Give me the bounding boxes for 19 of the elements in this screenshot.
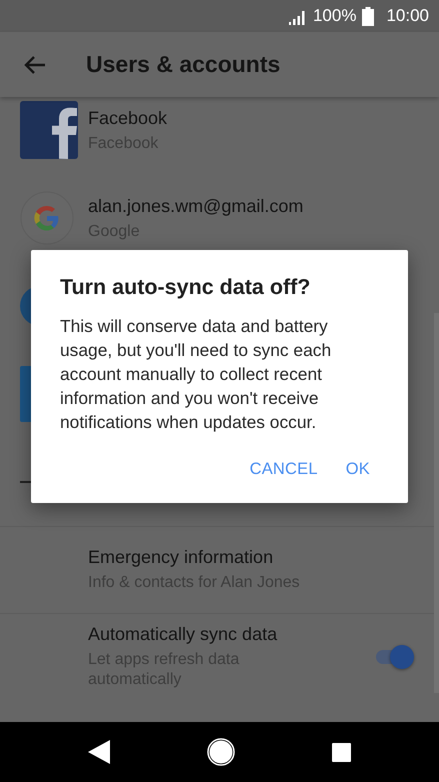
page-title: Users & accounts <box>86 51 280 78</box>
dialog-message: This will conserve data and battery usage, but you'll need to sync each account manually to collect recent information and you won't receive notifications when updates occur. <box>60 315 332 434</box>
battery-percent: 100% <box>312 6 356 26</box>
facebook-icon <box>20 101 78 159</box>
clock: 10:00 <box>386 6 429 26</box>
dash-icon <box>20 481 32 483</box>
account-name: alan.jones.wm@gmail.com <box>88 196 304 216</box>
setting-title: Emergency information <box>88 547 274 568</box>
ok-button[interactable]: OK <box>336 452 380 487</box>
dialog-title: Turn auto-sync data off? <box>60 275 312 300</box>
toggle-switch[interactable] <box>376 645 414 669</box>
setting-title: Automatically sync data <box>88 624 278 645</box>
recents-button[interactable] <box>332 742 351 762</box>
cancel-button[interactable]: CANCEL <box>240 452 328 487</box>
account-name: Facebook <box>88 108 168 128</box>
home-button[interactable] <box>206 738 235 766</box>
google-icon <box>20 191 74 245</box>
battery-icon <box>362 6 374 26</box>
back-button[interactable] <box>88 740 110 764</box>
